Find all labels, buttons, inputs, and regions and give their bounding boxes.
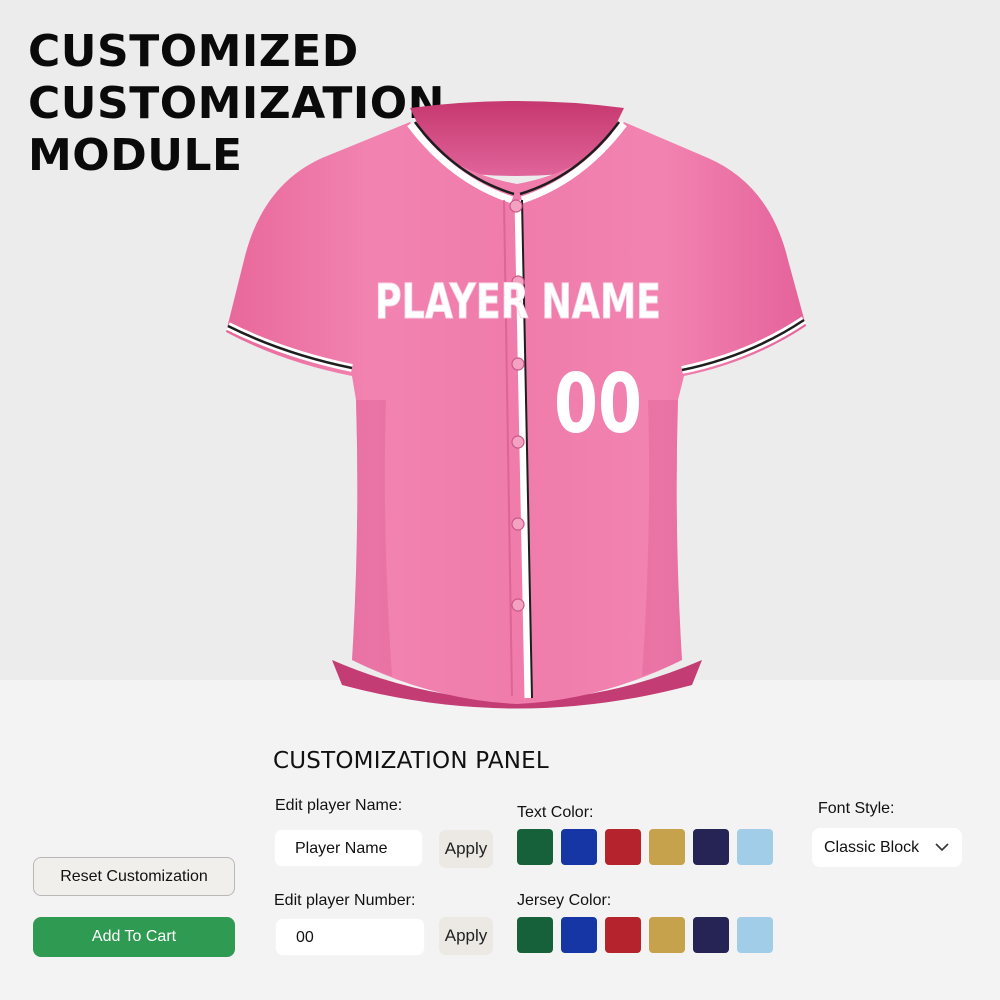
jersey-color-swatch-green[interactable]: [517, 917, 553, 953]
player-name-label: Edit player Name:: [275, 797, 403, 814]
font-style-label: Font Style:: [818, 800, 895, 817]
player-number-label: Edit player Number:: [274, 892, 416, 909]
jersey-color-swatch-navy[interactable]: [693, 917, 729, 953]
chevron-down-icon: [935, 843, 949, 852]
jersey-name-lettering: PLAYER NAME: [375, 274, 661, 330]
jersey-color-swatch-red[interactable]: [605, 917, 641, 953]
text-color-swatch-green[interactable]: [517, 829, 553, 865]
text-color-swatch-blue[interactable]: [561, 829, 597, 865]
jersey-preview: PLAYER NAME 00: [226, 101, 807, 709]
text-color-swatch-red[interactable]: [605, 829, 641, 865]
panel-title: CUSTOMIZATION PANEL: [273, 748, 549, 774]
add-to-cart-button[interactable]: Add To Cart: [33, 917, 235, 957]
jersey-number-lettering: 00: [554, 357, 642, 452]
font-style-value: Classic Block: [824, 839, 920, 856]
player-number-input[interactable]: 00: [275, 918, 425, 956]
player-name-input[interactable]: Player Name: [274, 829, 423, 867]
jersey-color-swatch-gold[interactable]: [649, 917, 685, 953]
text-color-label: Text Color:: [517, 804, 594, 821]
font-style-select[interactable]: Classic Block: [812, 828, 962, 867]
text-color-swatch-gold[interactable]: [649, 829, 685, 865]
title-line-1: CUSTOMIZED: [28, 26, 359, 77]
apply-name-button[interactable]: Apply: [439, 830, 493, 868]
text-color-swatch-light-blue[interactable]: [737, 829, 773, 865]
reset-customization-button[interactable]: Reset Customization: [33, 857, 235, 896]
jersey-color-swatch-light-blue[interactable]: [737, 917, 773, 953]
jersey-color-swatch-blue[interactable]: [561, 917, 597, 953]
jersey-color-label: Jersey Color:: [517, 892, 612, 909]
apply-number-button[interactable]: Apply: [439, 917, 493, 955]
text-color-swatch-navy[interactable]: [693, 829, 729, 865]
